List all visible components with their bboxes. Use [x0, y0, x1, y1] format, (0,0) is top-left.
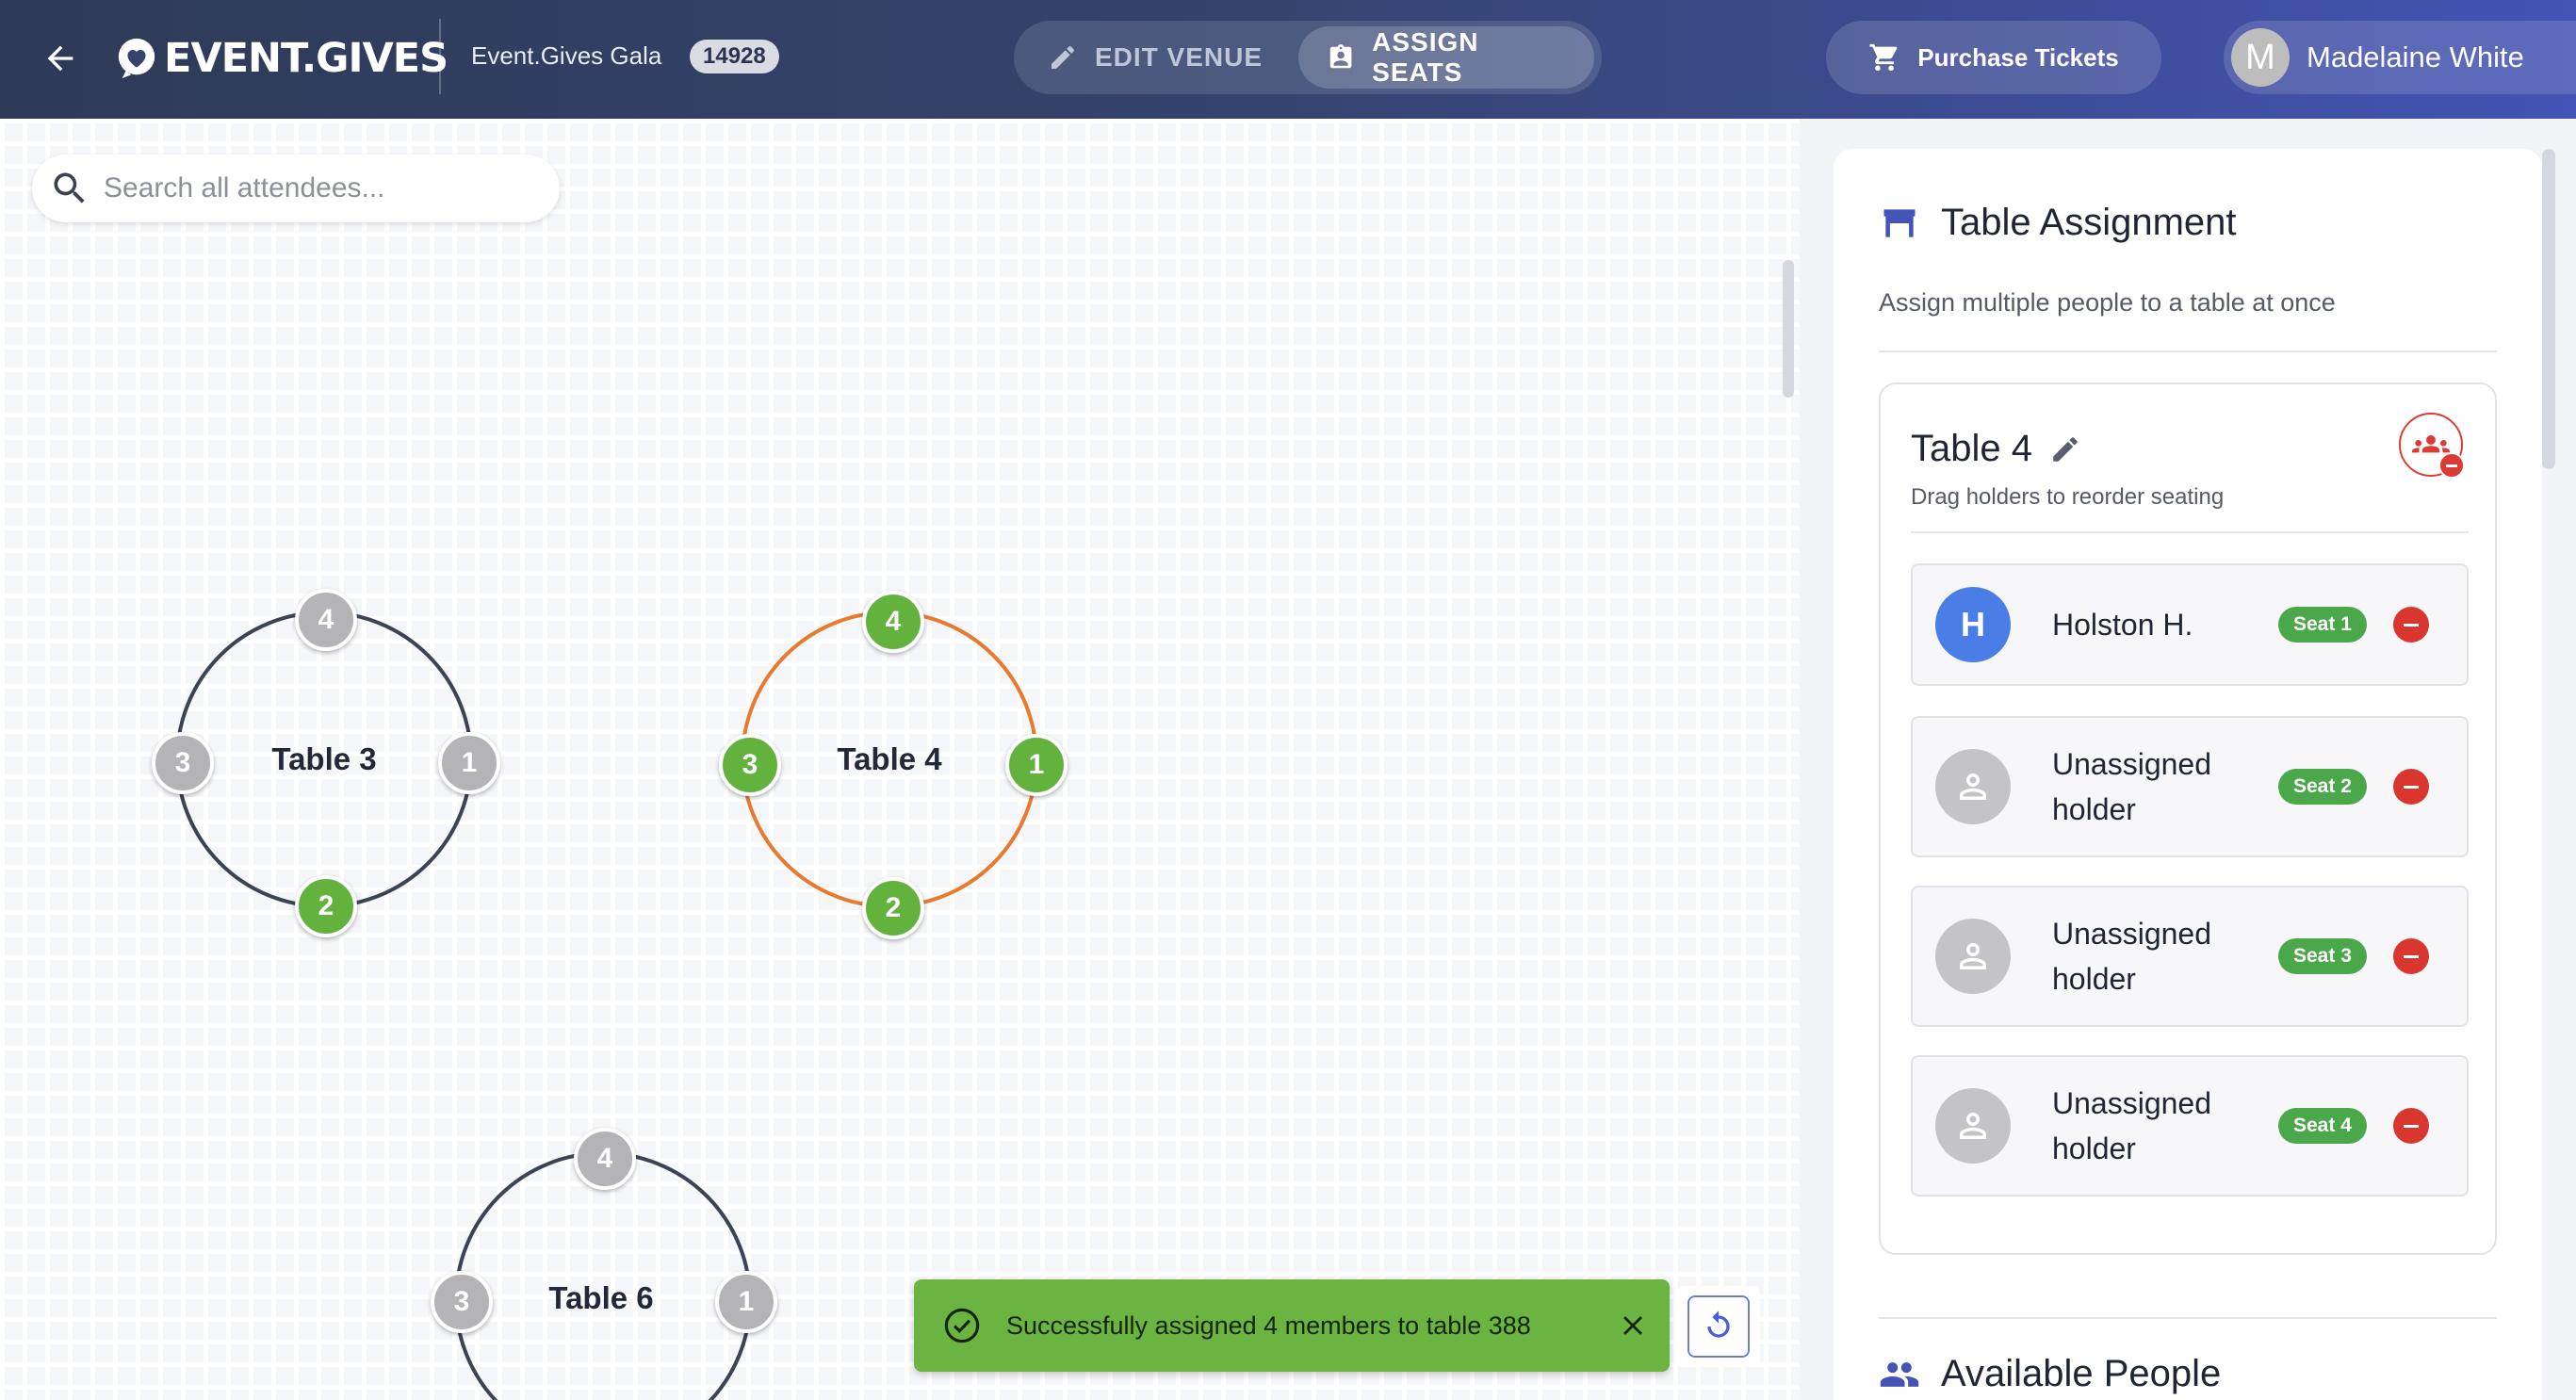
- success-toast: Successfully assigned 4 members to table…: [914, 1279, 1670, 1372]
- reset-view-button[interactable]: [1687, 1295, 1750, 1358]
- holder-row-seat-4[interactable]: Unassigned holder Seat 4: [1911, 1055, 2469, 1197]
- table-assignment-panel: Table Assignment Assign multiple people …: [1834, 149, 2542, 1400]
- table-6-seat-1[interactable]: 1: [715, 1271, 777, 1333]
- person-placeholder-icon: [1935, 1088, 2011, 1164]
- assign-seats-button[interactable]: ASSIGN SEATS: [1298, 26, 1594, 89]
- table-6-seat-4[interactable]: 4: [574, 1128, 636, 1190]
- holder-row-seat-3[interactable]: Unassigned holder Seat 3: [1911, 886, 2469, 1027]
- venue-canvas[interactable]: Table 3 1 2 3 4 Table 4 1 2 3 4 Table 6 …: [0, 119, 1800, 1400]
- event-name: Event.Gives Gala: [471, 41, 662, 70]
- available-people-text: Available People: [1941, 1353, 2222, 1394]
- table-4-seat-2[interactable]: 2: [862, 877, 924, 939]
- table-4-label: Table 4: [837, 741, 942, 776]
- logo-text: EVENT.GIVES: [164, 35, 448, 82]
- card-subtitle: Drag holders to reorder seating: [1911, 484, 2225, 510]
- pencil-icon: [1052, 45, 1074, 69]
- available-people-title: Available People: [1879, 1353, 2221, 1395]
- header-divider: [439, 19, 441, 94]
- check-circle-icon: [944, 1308, 980, 1343]
- table-3-seat-1[interactable]: 1: [438, 732, 500, 794]
- refresh-icon: [1707, 1310, 1730, 1338]
- back-button[interactable]: [34, 32, 87, 85]
- holder-name: Unassigned holder: [2052, 747, 2211, 826]
- close-icon: [1623, 1316, 1642, 1335]
- person-placeholder-icon: [1935, 919, 2011, 994]
- arrow-left-icon: [47, 45, 73, 72]
- pencil-icon[interactable]: [2049, 433, 2081, 465]
- remove-all-members-button[interactable]: [2399, 413, 2465, 479]
- panel-scrollbar[interactable]: [2542, 149, 2555, 469]
- table-6-label: Table 6: [548, 1280, 654, 1315]
- purchase-tickets-button[interactable]: Purchase Tickets: [1826, 21, 2161, 94]
- event-gives-logo[interactable]: EVENT.GIVES: [115, 28, 448, 89]
- user-avatar: M: [2231, 28, 2290, 87]
- table-4-seat-4[interactable]: 4: [862, 591, 924, 653]
- search-input[interactable]: [104, 172, 537, 204]
- remove-holder-button[interactable]: [2392, 1108, 2429, 1144]
- table-4-seat-1[interactable]: 1: [1005, 734, 1068, 796]
- reset-view-wrapper: [1677, 1286, 1760, 1367]
- minus-badge-icon: [2438, 452, 2465, 479]
- edit-venue-label: EDIT VENUE: [1095, 42, 1264, 72]
- seat-chip: Seat 4: [2278, 1108, 2367, 1144]
- seat-chip: Seat 2: [2278, 769, 2367, 805]
- table-3-label: Table 3: [271, 741, 377, 776]
- holder-row-seat-1[interactable]: H Holston H. Seat 1: [1911, 563, 2469, 686]
- toast-close-button[interactable]: [1607, 1300, 1658, 1351]
- card-title-text: Table 4: [1911, 428, 2032, 469]
- search-icon: [54, 172, 85, 203]
- event-id-badge: 14928: [690, 40, 779, 73]
- selected-table-card: Table 4 Drag holders to reorder seating …: [1879, 383, 2497, 1255]
- panel-divider: [1879, 350, 2497, 352]
- assign-seats-label: ASSIGN SEATS: [1372, 27, 1479, 87]
- cart-icon: [1869, 43, 1898, 72]
- toast-message: Successfully assigned 4 members to table…: [1006, 1310, 1531, 1340]
- remove-holder-button[interactable]: [2392, 769, 2429, 805]
- holder-name: Unassigned holder: [2052, 917, 2211, 996]
- table-furniture-icon: [1883, 208, 1916, 237]
- table-3-seat-2[interactable]: 2: [295, 875, 357, 937]
- mode-toggle: EDIT VENUE ASSIGN SEATS: [1014, 21, 1602, 94]
- card-title: Table 4: [1911, 428, 2081, 470]
- heart-logo-icon: [118, 38, 155, 79]
- table-3-seat-3[interactable]: 3: [152, 732, 214, 794]
- holder-name: Holston H.: [2052, 608, 2193, 642]
- user-menu-button[interactable]: M Madelaine White: [2224, 21, 2576, 94]
- remove-holder-button[interactable]: [2392, 938, 2429, 974]
- user-name: Madelaine White: [2307, 41, 2524, 73]
- card-divider: [1911, 531, 2469, 533]
- panel-title: Table Assignment: [1879, 202, 2237, 244]
- seat-chip: Seat 1: [2278, 607, 2367, 643]
- purchase-tickets-label: Purchase Tickets: [1917, 42, 2119, 72]
- attendee-search: [32, 155, 560, 222]
- table-4-seat-3[interactable]: 3: [719, 734, 781, 796]
- canvas-scrollbar[interactable]: [1783, 260, 1794, 398]
- person-placeholder-icon: [1935, 749, 2011, 824]
- top-bar: EVENT.GIVES Event.Gives Gala 14928 EDIT …: [0, 0, 2576, 119]
- table-6-seat-3[interactable]: 3: [431, 1271, 493, 1333]
- available-divider: [1879, 1317, 2497, 1319]
- panel-title-text: Table Assignment: [1941, 202, 2237, 243]
- table-3-seat-4[interactable]: 4: [295, 589, 357, 651]
- clipboard-user-icon: [1329, 44, 1352, 69]
- people-icon: [1880, 1361, 1919, 1387]
- edit-venue-button[interactable]: EDIT VENUE: [1019, 26, 1298, 89]
- holder-row-seat-2[interactable]: Unassigned holder Seat 2: [1911, 716, 2469, 857]
- panel-subtitle: Assign multiple people to a table at onc…: [1879, 288, 2336, 317]
- seat-chip: Seat 3: [2278, 938, 2367, 974]
- holder-avatar: H: [1935, 587, 2011, 662]
- remove-holder-button[interactable]: [2392, 607, 2429, 643]
- holder-name: Unassigned holder: [2052, 1086, 2211, 1165]
